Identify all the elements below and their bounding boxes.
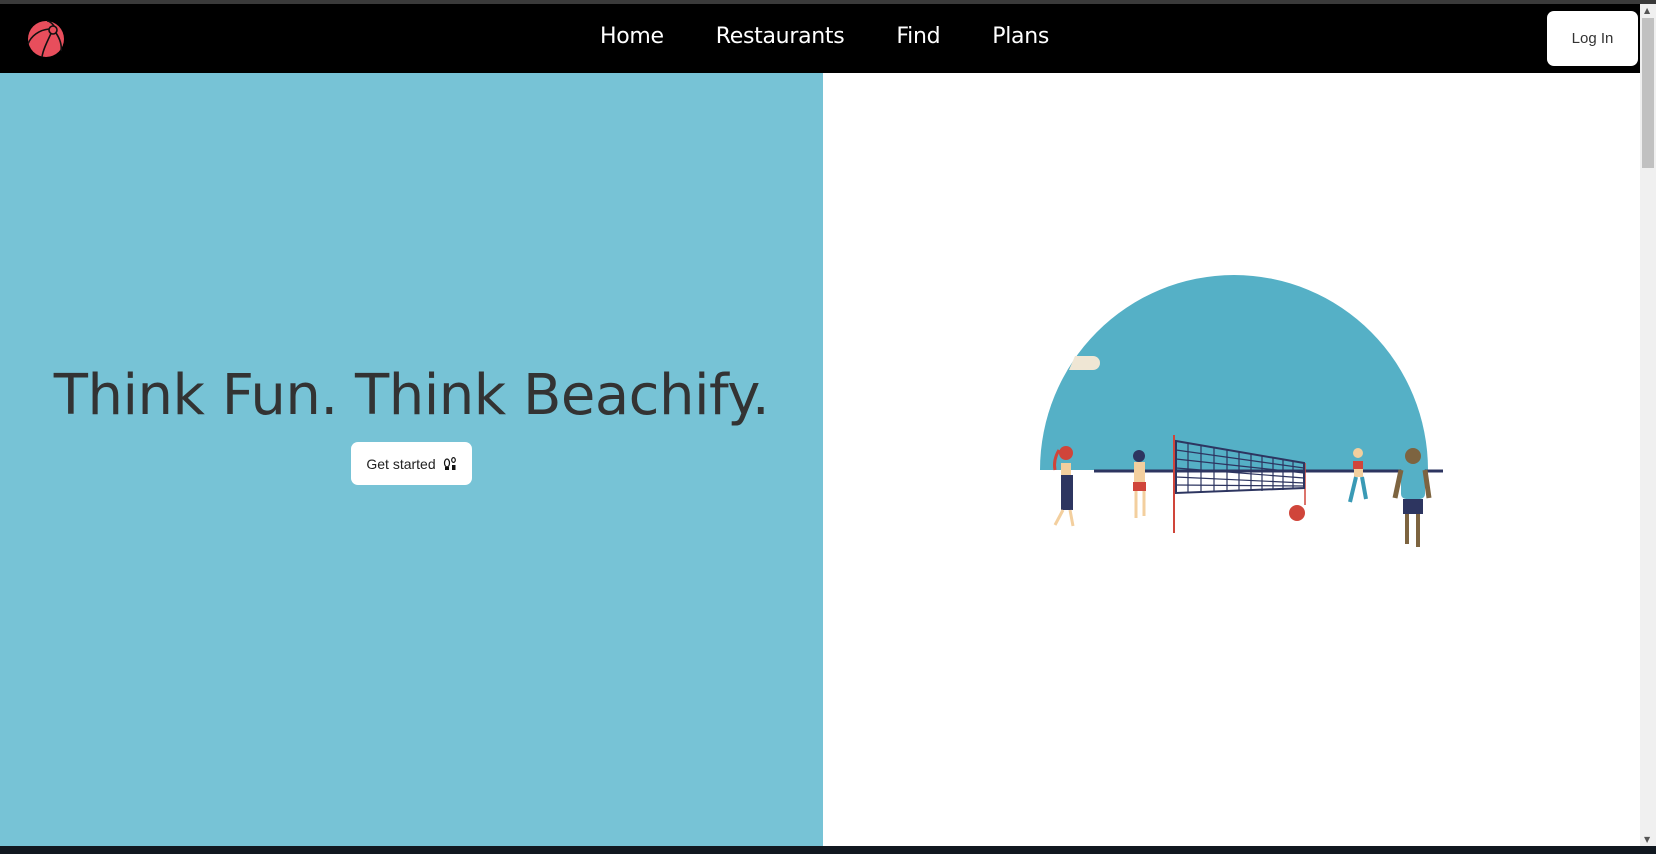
login-button[interactable]: Log In [1547, 11, 1638, 66]
nav-links: Home Restaurants Find Plans [600, 24, 1049, 49]
scroll-up-icon[interactable]: ▲ [1644, 6, 1650, 15]
nav-home[interactable]: Home [600, 24, 664, 49]
sky-dome [1040, 275, 1428, 470]
get-started-label: Get started [366, 455, 436, 472]
nav-plans[interactable]: Plans [992, 24, 1049, 49]
vertical-scrollbar[interactable]: ▲ ▼ [1640, 4, 1656, 846]
get-started-button[interactable]: Get started [351, 442, 472, 485]
navbar: Home Restaurants Find Plans Log In [0, 4, 1640, 73]
scroll-down-icon[interactable]: ▼ [1644, 835, 1650, 844]
nav-restaurants[interactable]: Restaurants [716, 24, 845, 49]
beach-volleyball-illustration [1040, 275, 1443, 547]
hero-panel: Think Fun. Think Beachify. Get started [0, 73, 823, 846]
hero-headline: Think Fun. Think Beachify. [53, 363, 770, 428]
ball [1289, 505, 1305, 521]
illustration-panel [823, 73, 1640, 846]
nav-find[interactable]: Find [896, 24, 940, 49]
beach-ball-icon[interactable] [27, 20, 65, 58]
scrollbar-thumb[interactable] [1642, 18, 1654, 168]
footprints-icon [443, 456, 456, 470]
window-bottom-border [0, 846, 1656, 854]
cloud-icon [1069, 356, 1100, 370]
